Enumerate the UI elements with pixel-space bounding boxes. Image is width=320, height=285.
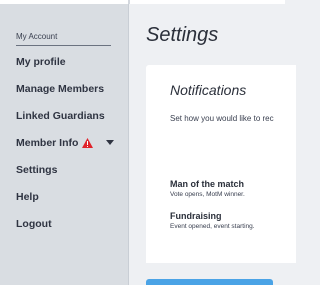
sidebar-item-my-profile[interactable]: My profile bbox=[16, 56, 66, 68]
sidebar-item-label: Help bbox=[16, 191, 39, 203]
sidebar-title: My Account bbox=[16, 32, 58, 41]
sidebar-divider bbox=[16, 45, 111, 46]
option-title-man-of-the-match: Man of the match bbox=[170, 179, 245, 189]
sidebar-item-logout[interactable]: Logout bbox=[16, 218, 52, 230]
option-subtitle-fundraising: Event opened, event starting. bbox=[170, 223, 255, 230]
sidebar: My Account My profile Manage Members Lin… bbox=[0, 4, 129, 285]
sidebar-item-linked-guardians[interactable]: Linked Guardians bbox=[16, 110, 105, 122]
option-subtitle-man-of-the-match: Vote opens, MotM winner. bbox=[170, 191, 245, 198]
save-button[interactable] bbox=[146, 279, 273, 285]
sidebar-item-label: Settings bbox=[16, 164, 58, 176]
page-title: Settings bbox=[146, 24, 219, 46]
option-title-fundraising: Fundraising bbox=[170, 211, 222, 221]
sidebar-item-label: My profile bbox=[16, 56, 66, 68]
sidebar-item-label: Member Info bbox=[16, 137, 79, 149]
sidebar-item-help[interactable]: Help bbox=[16, 191, 39, 203]
sidebar-item-manage-members[interactable]: Manage Members bbox=[16, 83, 104, 95]
warning-icon bbox=[82, 138, 93, 148]
notifications-description: Set how you would like to rec bbox=[170, 114, 274, 123]
notifications-card: Notifications Set how you would like to … bbox=[146, 65, 296, 263]
main-content: Settings Notifications Set how you would… bbox=[130, 4, 296, 285]
notifications-heading: Notifications bbox=[170, 82, 247, 98]
sidebar-item-settings[interactable]: Settings bbox=[16, 164, 57, 176]
caret-down-icon[interactable] bbox=[106, 140, 114, 146]
sidebar-item-member-info[interactable]: Member Info bbox=[16, 137, 116, 149]
sidebar-item-label: Manage Members bbox=[16, 83, 105, 95]
sidebar-item-label: Logout bbox=[16, 218, 52, 230]
sidebar-item-label: Linked Guardians bbox=[16, 110, 105, 122]
